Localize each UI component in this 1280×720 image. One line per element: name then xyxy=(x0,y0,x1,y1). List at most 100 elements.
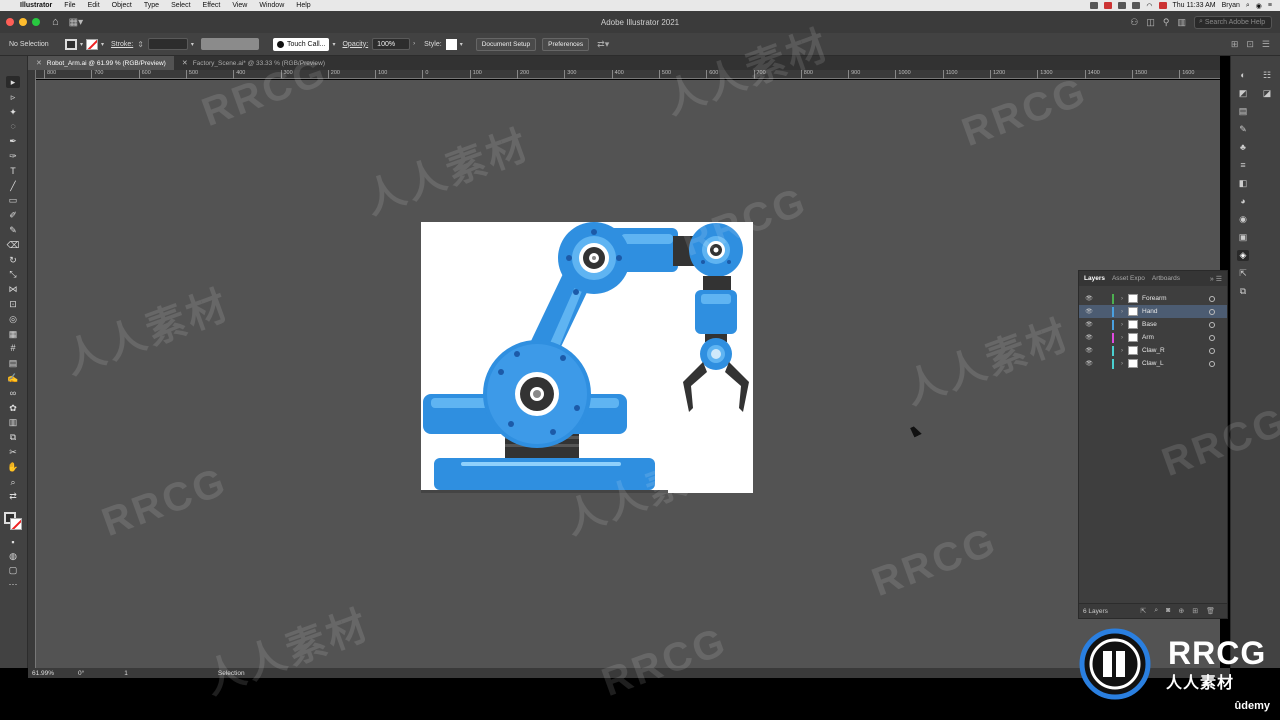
stroke-label[interactable]: Stroke: xyxy=(111,41,133,48)
menu-list-icon[interactable]: ≡ xyxy=(1268,2,1272,9)
align-icon[interactable]: ⊞ xyxy=(1231,39,1239,50)
menu-type[interactable]: Type xyxy=(138,2,165,9)
close-icon[interactable]: ✕ xyxy=(36,59,42,67)
layer-row[interactable]: 👁 › Claw_L xyxy=(1079,357,1227,370)
fill-stroke-widget[interactable] xyxy=(4,512,22,530)
gradient-tool-icon[interactable]: ▤ xyxy=(6,357,20,369)
swatches-icon[interactable]: ▤ xyxy=(1237,106,1249,117)
gradient-icon[interactable]: ◧ xyxy=(1237,178,1249,189)
layer-row[interactable]: 👁 › Forearm xyxy=(1079,292,1227,305)
chevron-down-icon[interactable]: ▾ xyxy=(191,41,194,48)
brushes-icon[interactable]: ✎ xyxy=(1237,124,1249,135)
user-name[interactable]: Bryan xyxy=(1222,2,1240,9)
layer-row[interactable]: 👁 › Claw_R xyxy=(1079,344,1227,357)
opacity-field[interactable]: 100% xyxy=(372,38,411,50)
chevron-right-icon[interactable]: › xyxy=(1117,348,1127,354)
menu-illustrator[interactable]: Illustrator xyxy=(14,2,58,9)
layer-row[interactable]: 👁 › Hand xyxy=(1079,305,1227,318)
graphic-styles-icon[interactable]: ▣ xyxy=(1237,232,1249,243)
chevron-down-icon[interactable]: ▾ xyxy=(101,41,104,48)
chevron-right-icon[interactable]: › xyxy=(1117,335,1127,341)
target-circle-icon[interactable] xyxy=(1209,295,1215,302)
menu-file[interactable]: File xyxy=(58,2,81,9)
zoom-level[interactable]: 61.99% xyxy=(32,670,54,677)
visibility-eye-icon[interactable]: 👁 xyxy=(1082,295,1096,302)
visibility-eye-icon[interactable]: 👁 xyxy=(1082,347,1096,354)
clipping-mask-icon[interactable]: ◙ xyxy=(1166,607,1170,615)
target-circle-icon[interactable] xyxy=(1209,360,1215,367)
chevron-right-icon[interactable]: › xyxy=(1117,361,1127,367)
free-transform-tool-icon[interactable]: ⊡ xyxy=(6,298,20,310)
rectangle-tool-icon[interactable]: ▭ xyxy=(6,194,20,206)
brush-definition[interactable]: Touch Call... xyxy=(272,37,330,51)
arrange-documents-icon[interactable]: ▦▾ xyxy=(69,17,83,28)
close-window-button[interactable] xyxy=(6,18,14,26)
line-tool-icon[interactable]: ╱ xyxy=(6,180,20,192)
learn-icon[interactable]: ⚲ xyxy=(1163,17,1170,28)
hand-tool-icon[interactable]: ✋ xyxy=(6,461,20,473)
menu-edit[interactable]: Edit xyxy=(82,2,106,9)
target-circle-icon[interactable] xyxy=(1209,308,1215,315)
transform-icon[interactable]: ⊡ xyxy=(1246,39,1254,50)
flag-icon[interactable] xyxy=(1158,2,1167,9)
clock[interactable]: Thu 11:33 AM xyxy=(1173,2,1216,9)
fill-swatch[interactable] xyxy=(65,38,77,50)
chevron-right-icon[interactable]: › xyxy=(413,41,415,47)
slice-tool-icon[interactable]: ✂ xyxy=(6,446,20,458)
screen-mode-icon[interactable]: ▢ xyxy=(6,564,20,576)
symbols-icon[interactable]: ♣ xyxy=(1237,142,1249,153)
mesh-tool-icon[interactable]: # xyxy=(6,342,20,354)
visibility-eye-icon[interactable]: 👁 xyxy=(1082,360,1096,367)
panel-menu-icon[interactable]: ☰ xyxy=(1262,39,1270,50)
spotlight-icon[interactable]: ⌕ xyxy=(1246,2,1250,10)
rotate-view-angle[interactable]: 0° xyxy=(78,670,84,677)
libraries-icon[interactable]: ◪ xyxy=(1261,88,1273,99)
perspective-grid-tool-icon[interactable]: ▦ xyxy=(6,328,20,340)
chevron-right-icon[interactable]: › xyxy=(1117,309,1127,315)
artboard-tool-icon[interactable]: ⧉ xyxy=(6,431,20,443)
close-icon[interactable]: ✕ xyxy=(182,59,188,67)
tab-factory-scene[interactable]: ✕ Factory_Scene.ai* @ 33.33 % (RGB/Previ… xyxy=(174,56,333,70)
tab-asset-export[interactable]: Asset Expo xyxy=(1112,275,1145,282)
blend-tool-icon[interactable]: ∞ xyxy=(6,387,20,399)
properties-icon[interactable]: ☷ xyxy=(1261,70,1273,81)
wifi-icon[interactable]: ◠ xyxy=(1146,2,1152,10)
layer-name[interactable]: Forearm xyxy=(1142,295,1167,302)
status-icon[interactable] xyxy=(1104,2,1113,9)
variable-width-profile[interactable] xyxy=(200,38,259,50)
minimize-window-button[interactable] xyxy=(19,18,27,26)
menu-window[interactable]: Window xyxy=(253,2,290,9)
shaper-tool-icon[interactable]: ✎ xyxy=(6,224,20,236)
pen-tool-icon[interactable]: ✒ xyxy=(6,135,20,147)
color-mode-icon[interactable]: ▪ xyxy=(6,536,20,548)
menu-effect[interactable]: Effect xyxy=(197,2,227,9)
layer-row[interactable]: 👁 › Base xyxy=(1079,318,1227,331)
layer-name[interactable]: Claw_R xyxy=(1142,347,1165,354)
graph-tool-icon[interactable]: ▥ xyxy=(6,416,20,428)
artboard-number[interactable]: 1 xyxy=(124,670,128,677)
type-tool-icon[interactable]: T xyxy=(6,165,20,177)
asset-export-icon[interactable]: ⇱ xyxy=(1237,268,1249,279)
locate-object-icon[interactable]: ⌕ xyxy=(1154,607,1158,615)
layer-row[interactable]: 👁 › Arm xyxy=(1079,331,1227,344)
eyedropper-tool-icon[interactable]: ✍ xyxy=(6,372,20,384)
magic-wand-tool-icon[interactable]: ✦ xyxy=(6,106,20,118)
new-sublayer-icon[interactable]: ⊕ xyxy=(1178,607,1184,615)
horizontal-ruler[interactable]: 800 700 600 500 400 300 200 100 0 100 200 300 400 500… xyxy=(36,70,1220,79)
visibility-eye-icon[interactable]: 👁 xyxy=(1082,334,1096,341)
color-guide-icon[interactable]: ◩ xyxy=(1237,88,1249,99)
status-icon[interactable] xyxy=(1090,2,1099,9)
stroke-stepper[interactable]: ⇕ xyxy=(137,40,144,49)
current-tool-status[interactable]: Selection xyxy=(218,670,245,677)
tab-artboards[interactable]: Artboards xyxy=(1152,275,1180,282)
stroke-weight-field[interactable] xyxy=(147,38,188,50)
layer-name[interactable]: Base xyxy=(1142,321,1157,328)
chevron-right-icon[interactable]: › xyxy=(1117,322,1127,328)
artboard[interactable] xyxy=(421,222,753,493)
menu-help[interactable]: Help xyxy=(290,2,316,9)
scale-tool-icon[interactable]: ⤡ xyxy=(6,268,20,280)
curvature-tool-icon[interactable]: ✑ xyxy=(6,150,20,162)
layer-name[interactable]: Arm xyxy=(1142,334,1154,341)
home-icon[interactable]: ⌂ xyxy=(52,16,59,28)
rotate-tool-icon[interactable]: ↻ xyxy=(6,254,20,266)
